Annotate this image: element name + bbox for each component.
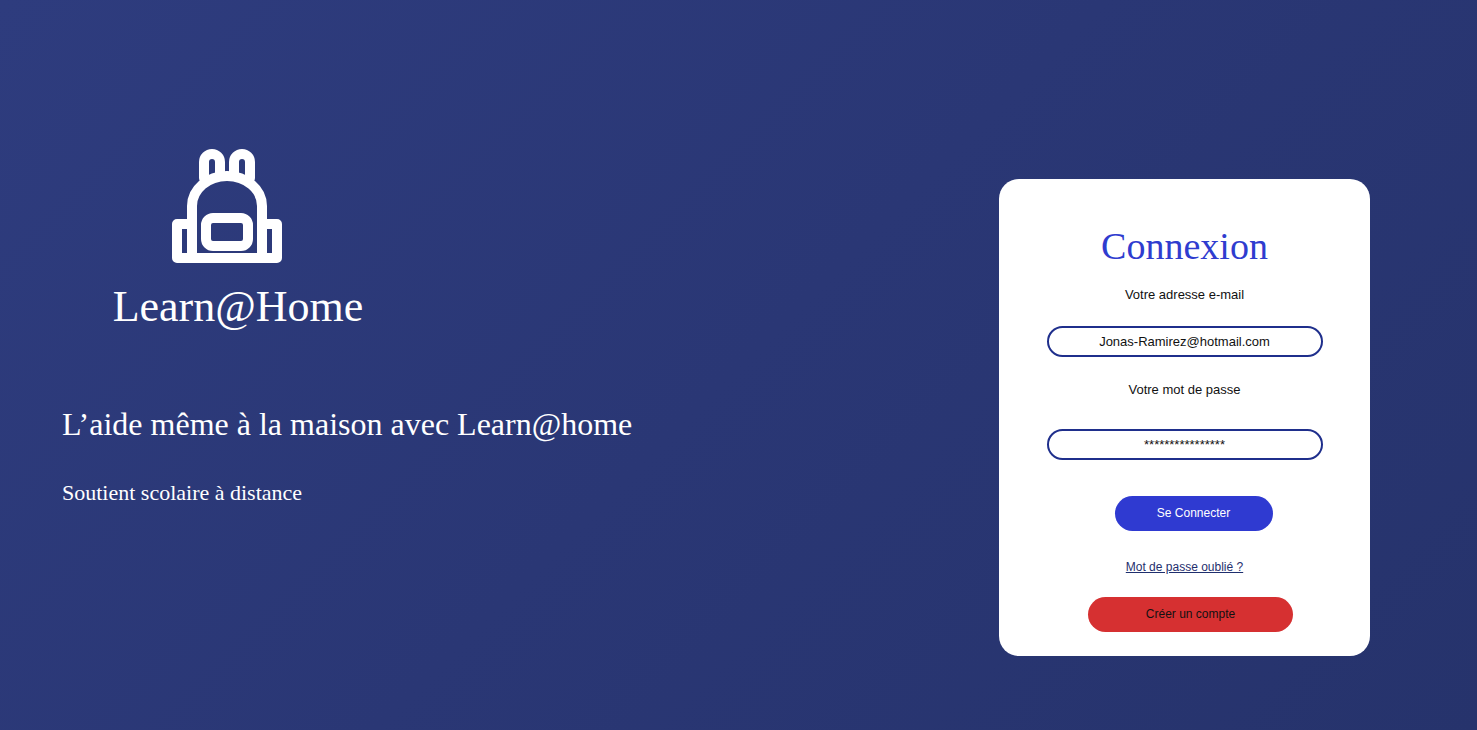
email-field[interactable]: Jonas-Ramirez@hotmail.com [1047, 326, 1323, 357]
forgot-password-link[interactable]: Mot de passe oublié ? [1126, 559, 1243, 575]
backpack-icon [168, 148, 286, 265]
password-label: Votre mot de passe [1128, 381, 1240, 399]
logo: Learn@Home [62, 148, 414, 333]
tagline: L’aide même à la maison avec Learn@home [62, 404, 632, 444]
login-card: Connexion Votre adresse e-mail Jonas-Ramir… [999, 179, 1370, 656]
login-title: Connexion [1101, 223, 1268, 269]
register-button[interactable]: Créer un compte [1088, 597, 1293, 632]
brand-name: Learn@Home [113, 281, 364, 333]
email-label: Votre adresse e-mail [1125, 286, 1244, 304]
password-field[interactable]: **************** [1047, 429, 1323, 460]
login-button[interactable]: Se Connecter [1115, 496, 1273, 531]
login-page: Learn@Home L’aide même à la maison avec L… [0, 0, 1477, 730]
subtitle: Soutient scolaire à distance [62, 479, 632, 507]
hero: Learn@Home L’aide même à la maison avec L… [0, 0, 632, 507]
